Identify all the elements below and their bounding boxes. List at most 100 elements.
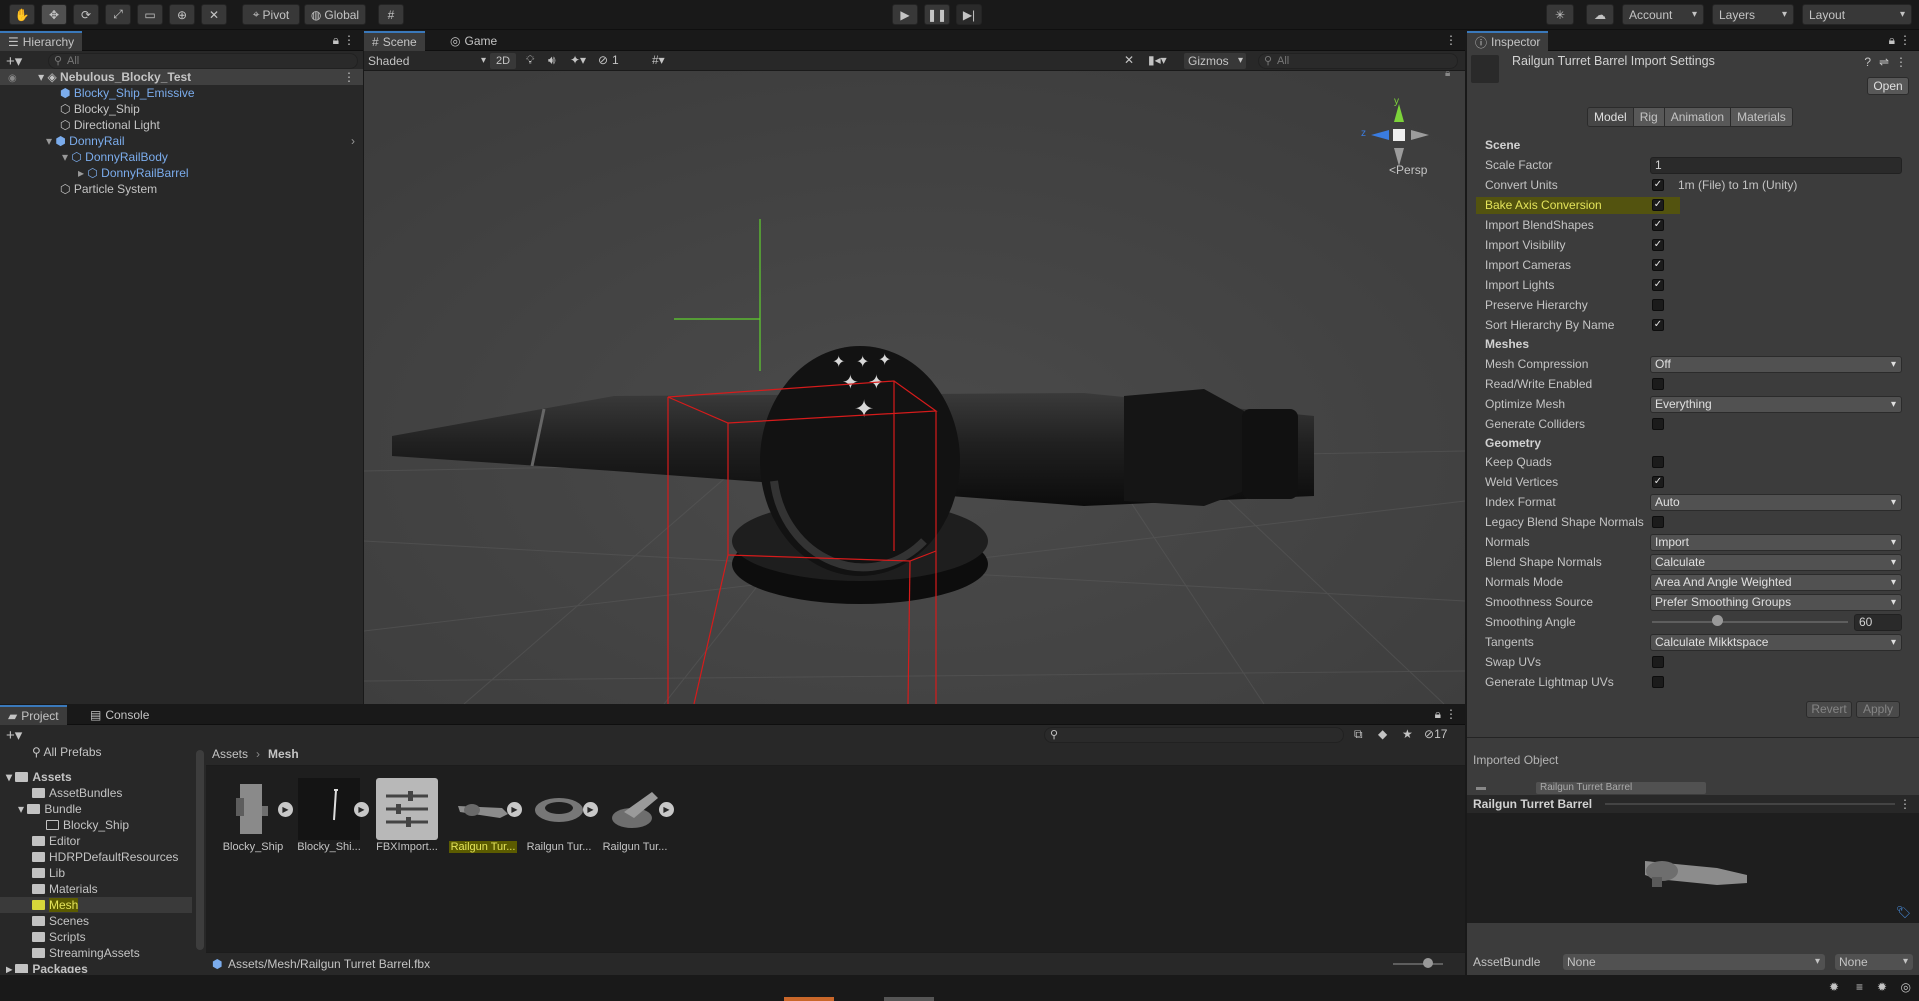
hierarchy-item[interactable]: ▾ ⬢ DonnyRail ›: [0, 133, 363, 149]
effects-icon[interactable]: ✦▾: [570, 53, 586, 67]
tab-console[interactable]: ▤ Console: [82, 705, 157, 725]
rect-tool-button[interactable]: ▭: [137, 4, 163, 25]
import-blendshapes-checkbox[interactable]: ✓: [1652, 219, 1664, 231]
check-icon[interactable]: ◎: [1901, 980, 1911, 994]
keep-quads-checkbox[interactable]: [1652, 456, 1664, 468]
account-dropdown[interactable]: Account ▾: [1622, 4, 1704, 25]
tab-model[interactable]: Model: [1588, 108, 1633, 126]
expand-icon[interactable]: ▶: [583, 802, 598, 817]
tag-icon[interactable]: 🏷︎: [1896, 905, 1911, 919]
tree-item[interactable]: Editor: [32, 833, 80, 849]
preset-icon[interactable]: ⇌: [1879, 55, 1889, 69]
mesh-compression-dropdown[interactable]: Off: [1650, 356, 1902, 373]
pause-button[interactable]: ❚❚: [924, 4, 950, 25]
asset-thumbnail-selected[interactable]: [452, 778, 514, 840]
expand-icon[interactable]: ▶: [278, 802, 293, 817]
weld-vertices-checkbox[interactable]: ✓: [1652, 476, 1664, 488]
tree-item[interactable]: Materials: [32, 881, 98, 897]
help-icon[interactable]: ?: [1864, 55, 1871, 69]
chevron-right-icon[interactable]: ›: [351, 133, 355, 149]
chevron-down-icon[interactable]: ▾: [38, 70, 44, 84]
database-icon[interactable]: ≡: [1856, 980, 1863, 994]
generate-colliders-checkbox[interactable]: [1652, 418, 1664, 430]
add-asset-icon[interactable]: +▾: [6, 726, 22, 744]
tab-scene[interactable]: # Scene: [364, 31, 425, 51]
filter-type-icon[interactable]: ⧉: [1354, 727, 1363, 742]
preserve-hierarchy-checkbox[interactable]: [1652, 299, 1664, 311]
all-prefabs-item[interactable]: ⚲ All Prefabs: [32, 744, 102, 760]
expand-icon[interactable]: ▶: [659, 802, 674, 817]
hierarchy-row-scene[interactable]: ◉ ▾ ◈ Nebulous_Blocky_Test ⋮: [0, 69, 363, 85]
hidden-objects-icon[interactable]: ⊘: [598, 53, 608, 67]
project-search-input[interactable]: ⚲: [1044, 727, 1344, 743]
smoothing-angle-track[interactable]: [1652, 621, 1848, 623]
asset-thumbnail[interactable]: [298, 778, 360, 840]
tab-inspector[interactable]: ⓘ Inspector: [1467, 31, 1549, 51]
grid-icon[interactable]: #▾: [652, 53, 665, 67]
breadcrumb-assets[interactable]: Assets: [212, 747, 248, 761]
rotate-tool-button[interactable]: ⟳: [73, 4, 99, 25]
scene-search-input[interactable]: ⚲ All: [1258, 53, 1458, 69]
thumbnail-size-slider[interactable]: [1393, 963, 1443, 965]
pivot-toggle[interactable]: ⌖ Pivot: [242, 4, 300, 25]
generate-lightmap-checkbox[interactable]: [1652, 676, 1664, 688]
index-format-dropdown[interactable]: Auto: [1650, 494, 1902, 511]
tree-item-mesh[interactable]: Mesh: [32, 897, 79, 913]
hierarchy-item[interactable]: ⬡ Blocky_Ship: [0, 101, 140, 117]
kebab-menu-icon[interactable]: ⋮: [343, 69, 355, 85]
scale-tool-button[interactable]: ⤢: [105, 4, 131, 25]
read-write-checkbox[interactable]: [1652, 378, 1664, 390]
chevron-right-icon[interactable]: ▸: [78, 166, 87, 180]
import-lights-checkbox[interactable]: ✓: [1652, 279, 1664, 291]
legacy-blend-checkbox[interactable]: [1652, 516, 1664, 528]
cloud-button[interactable]: ☁: [1586, 4, 1614, 25]
lock-icon[interactable]: 🔒︎: [333, 33, 339, 48]
assetbundle-dropdown[interactable]: None ▾: [1563, 954, 1825, 970]
asset-thumbnail[interactable]: [222, 778, 284, 840]
audio-icon[interactable]: 🔊︎: [548, 53, 556, 68]
play-button[interactable]: ▶: [892, 4, 918, 25]
sort-hierarchy-checkbox[interactable]: ✓: [1652, 319, 1664, 331]
tree-item[interactable]: ▾ Bundle: [18, 801, 82, 817]
tree-item-assets[interactable]: ▾ Assets: [6, 769, 72, 785]
custom-tool-button[interactable]: ✕: [201, 4, 227, 25]
shading-mode-dropdown[interactable]: Shaded ▾: [368, 53, 486, 69]
asset-thumbnail[interactable]: [528, 778, 590, 840]
transform-tool-button[interactable]: ⊕: [169, 4, 195, 25]
smoothing-angle-input[interactable]: 60: [1854, 614, 1902, 631]
kebab-menu-icon[interactable]: ⋮: [1895, 55, 1907, 69]
tab-game[interactable]: ◎ Game: [442, 31, 505, 51]
lock-icon[interactable]: 🔒︎: [1435, 707, 1441, 722]
visibility-icon[interactable]: ◉: [8, 73, 17, 84]
tree-item[interactable]: StreamingAssets: [32, 945, 140, 961]
swap-uvs-checkbox[interactable]: [1652, 656, 1664, 668]
tree-item[interactable]: Scenes: [32, 913, 89, 929]
2d-toggle[interactable]: 2D: [490, 53, 516, 69]
hand-tool-button[interactable]: ✋: [9, 4, 35, 25]
tab-hierarchy[interactable]: ☰ Hierarchy: [0, 31, 83, 51]
import-cameras-checkbox[interactable]: ✓: [1652, 259, 1664, 271]
scale-factor-input[interactable]: 1: [1650, 157, 1902, 174]
progress-icon[interactable]: ✹: [1877, 980, 1887, 994]
kebab-menu-icon[interactable]: ⋮: [1899, 33, 1911, 47]
tab-project[interactable]: ▰ Project: [0, 705, 67, 725]
optimize-mesh-dropdown[interactable]: Everything: [1650, 396, 1902, 413]
tab-materials[interactable]: Materials: [1730, 108, 1792, 126]
services-button[interactable]: ✳: [1546, 4, 1574, 25]
layers-dropdown[interactable]: Layers ▾: [1712, 4, 1794, 25]
imported-object-field[interactable]: Railgun Turret Barrel: [1536, 782, 1706, 794]
kebab-menu-icon[interactable]: ⋮: [1445, 707, 1457, 721]
expand-icon[interactable]: ▶: [507, 802, 522, 817]
asset-thumbnail[interactable]: [376, 778, 438, 840]
move-tool-button[interactable]: ✥: [41, 4, 67, 25]
normals-mode-dropdown[interactable]: Area And Angle Weighted: [1650, 574, 1902, 591]
imported-object-row[interactable]: ▬ Railgun Turret Barrel: [1476, 782, 1914, 794]
preview-drag-handle[interactable]: [1605, 803, 1895, 805]
tree-item[interactable]: HDRPDefaultResources: [32, 849, 178, 865]
hierarchy-search-input[interactable]: ⚲ All: [48, 53, 358, 69]
tab-rig[interactable]: Rig: [1632, 108, 1664, 126]
apply-button[interactable]: Apply: [1856, 701, 1900, 718]
lock-icon[interactable]: 🔒︎: [1445, 68, 1450, 79]
global-toggle[interactable]: ◍ Global: [304, 4, 366, 25]
hidden-packages-icon[interactable]: ⊘17: [1424, 727, 1447, 741]
